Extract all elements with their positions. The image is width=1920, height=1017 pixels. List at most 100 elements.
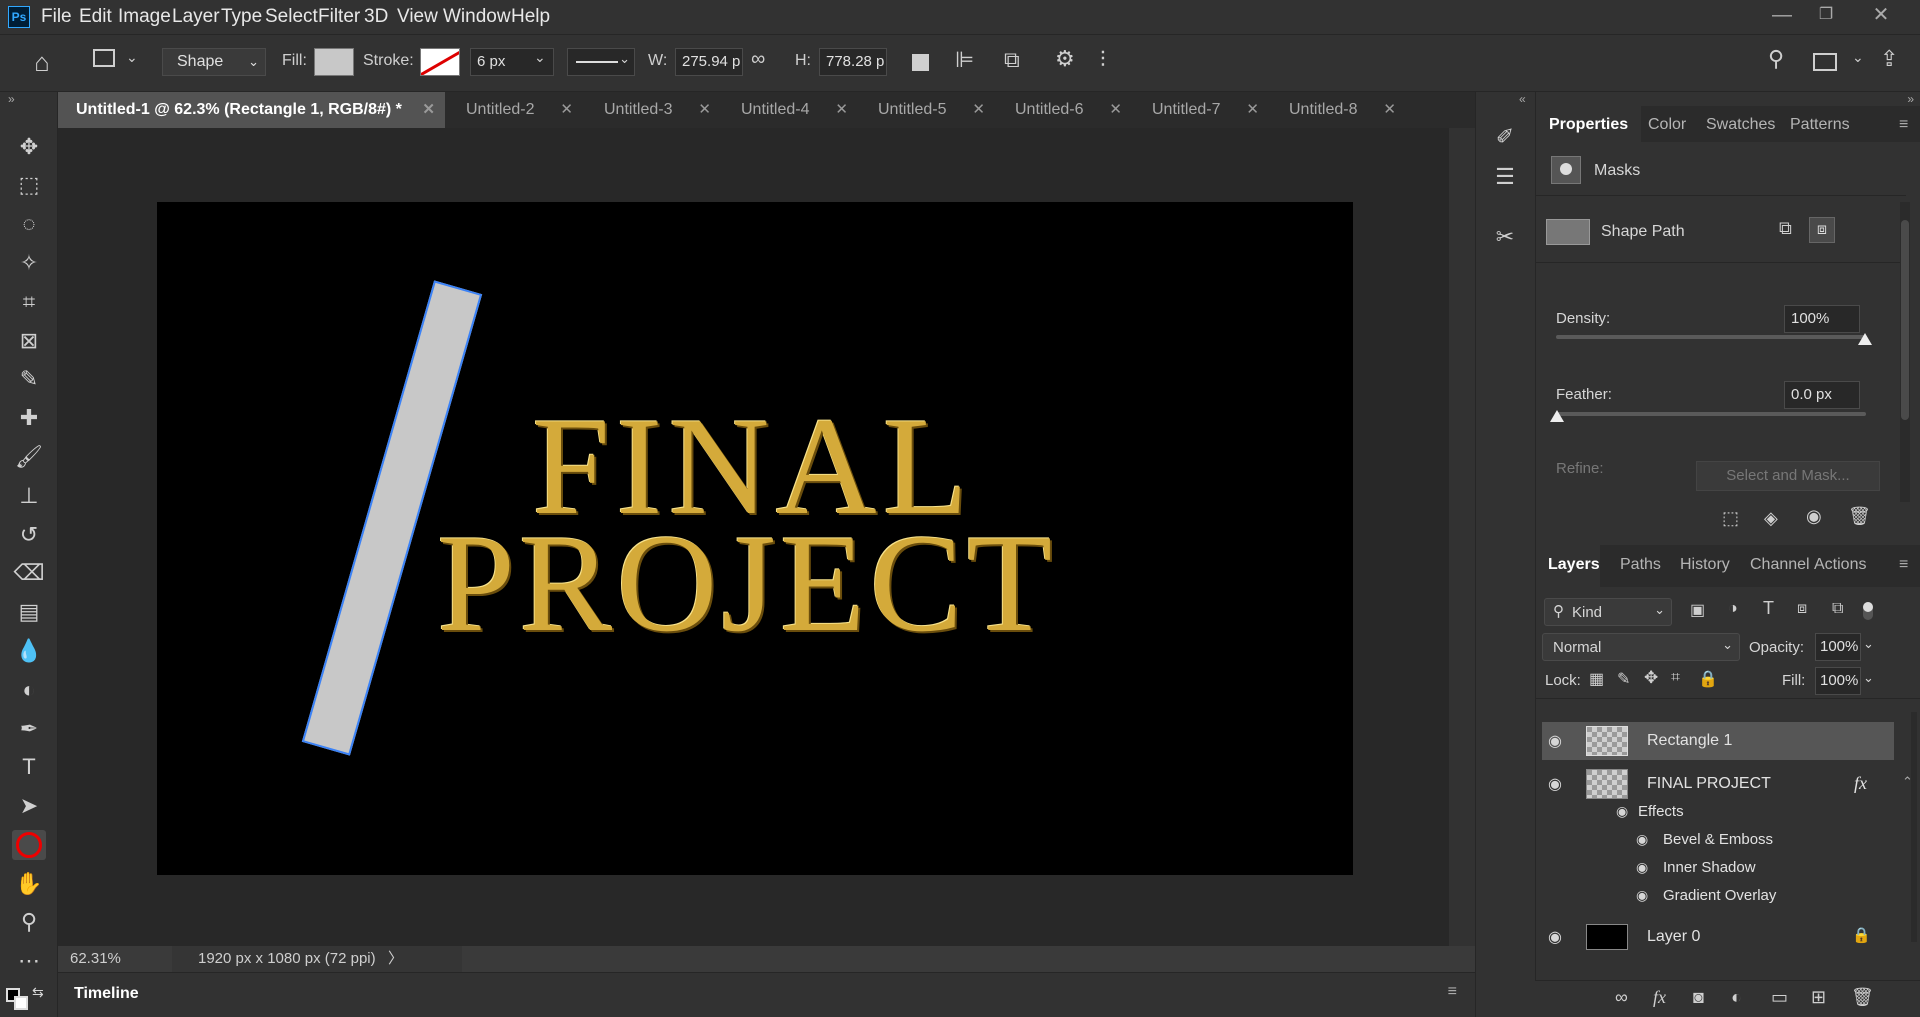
link-icon[interactable]: ∞ (751, 48, 765, 71)
tab-swatches[interactable]: Swatches (1706, 116, 1775, 134)
frame-tool-icon[interactable]: ⊠ (12, 326, 46, 356)
document-canvas[interactable]: FINAL PROJECT (157, 202, 1353, 875)
tab-untitled-2[interactable]: Untitled-2 ✕ (448, 92, 583, 128)
lock-transparent-icon[interactable]: ▦ (1589, 669, 1604, 689)
properties-scrollbar[interactable] (1900, 202, 1910, 502)
menu-edit[interactable]: Edit (79, 0, 112, 34)
chevron-down-icon[interactable]: ⌄ (126, 49, 138, 66)
tab-untitled-4[interactable]: Untitled-4 ✕ (723, 92, 858, 128)
height-input[interactable]: 778.28 p (819, 48, 887, 76)
density-slider-handle[interactable] (1858, 333, 1872, 345)
healing-brush-tool-icon[interactable]: ✚ (12, 403, 46, 433)
close-icon[interactable]: ✕ (560, 92, 573, 128)
rectangle-tool-preset-icon[interactable] (93, 49, 115, 67)
effect-row-bevel-emboss[interactable]: ◉ Bevel & Emboss (1542, 828, 1894, 854)
lock-all-icon[interactable]: 🔒 (1698, 669, 1718, 689)
history-brush-tool-icon[interactable]: ↺ (12, 520, 46, 550)
menu-file[interactable]: File (41, 0, 72, 34)
tool-mode-select[interactable]: Shape ⌄ (162, 48, 266, 76)
layer-row-rectangle-1[interactable]: ◉ Rectangle 1 (1542, 722, 1894, 760)
tab-untitled-5[interactable]: Untitled-5 ✕ (860, 92, 995, 128)
type-filter-icon[interactable]: T (1763, 598, 1774, 619)
brush-settings-icon[interactable]: ✐ (1488, 124, 1522, 150)
close-icon[interactable]: ✕ (1109, 92, 1122, 128)
swap-colors-icon[interactable]: ⇆ (32, 984, 44, 1001)
filter-kind-select[interactable]: ⚲ Kind ⌄ (1544, 598, 1672, 626)
apply-mask-icon[interactable]: ◈ (1764, 508, 1778, 529)
menu-type[interactable]: Type (221, 0, 262, 34)
menu-help[interactable]: Help (511, 0, 550, 34)
pen-tool-icon[interactable]: ✒ (12, 714, 46, 744)
menu-layer[interactable]: Layer (172, 0, 220, 34)
layer-effects-row[interactable]: ◉ Effects (1542, 800, 1894, 826)
layer-name[interactable]: Layer 0 (1647, 928, 1700, 946)
close-icon[interactable]: ✕ (835, 92, 848, 128)
menu-image[interactable]: Image (118, 0, 171, 34)
feather-slider[interactable] (1556, 412, 1866, 416)
tab-channels[interactable]: Channels (1750, 556, 1810, 574)
select-and-mask-button[interactable]: Select and Mask... (1696, 461, 1880, 491)
tab-patterns[interactable]: Patterns (1790, 116, 1850, 134)
collapse-toolbar-icon[interactable]: » (8, 92, 15, 106)
trash-icon[interactable]: 🗑 (1848, 506, 1871, 527)
eye-icon[interactable]: ◉ (1548, 927, 1562, 947)
path-selection-tool-icon[interactable]: ➤ (12, 791, 46, 821)
close-icon[interactable]: ✕ (422, 92, 435, 128)
timeline-tab[interactable]: Timeline (74, 985, 139, 1003)
brush-tool-icon[interactable]: 🖌 (12, 442, 46, 472)
background-color-swatch[interactable] (14, 996, 28, 1010)
path-operations-icon[interactable] (912, 54, 929, 71)
collapse-effects-icon[interactable]: ⌃ (1902, 774, 1913, 790)
tab-color[interactable]: Color (1648, 116, 1686, 134)
lasso-tool-icon[interactable]: ◌ (12, 209, 46, 239)
restore-icon[interactable]: ❐ (1806, 0, 1846, 30)
share-icon[interactable]: ⇪ (1880, 46, 1898, 72)
document-info[interactable]: 1920 px x 1080 px (72 ppi) (172, 946, 462, 972)
close-icon[interactable]: ✕ (1383, 92, 1396, 128)
eye-icon[interactable]: ◉ (1806, 506, 1822, 527)
tab-untitled-7[interactable]: Untitled-7 ✕ (1134, 92, 1269, 128)
close-icon[interactable]: ✕ (1246, 92, 1259, 128)
rectangle-tool-icon[interactable] (12, 830, 46, 860)
layer-row-final-project[interactable]: ◉ FINAL PROJECT fx (1542, 765, 1894, 803)
load-selection-icon[interactable]: ⬚ (1722, 508, 1739, 529)
filter-toggle[interactable] (1863, 602, 1873, 620)
eyedropper-tool-icon[interactable]: ✎ (12, 364, 46, 394)
marquee-tool-icon[interactable]: ⬚ (12, 170, 46, 200)
tab-untitled-3[interactable]: Untitled-3 ✕ (586, 92, 721, 128)
chevron-down-icon[interactable]: ⌄ (1863, 636, 1874, 652)
magic-wand-tool-icon[interactable]: ✧ (12, 248, 46, 278)
close-window-icon[interactable]: ✕ (1861, 0, 1901, 30)
add-mask-icon[interactable]: ◙ (1693, 987, 1704, 1008)
feather-input[interactable]: 0.0 px (1784, 381, 1860, 409)
menu-3d[interactable]: 3D (364, 0, 388, 34)
stroke-type-select[interactable]: ⌄ (567, 48, 635, 76)
stroke-swatch[interactable] (420, 48, 460, 76)
menu-select[interactable]: Select (265, 0, 318, 34)
tab-actions[interactable]: Actions (1814, 556, 1866, 574)
lock-image-icon[interactable]: ✎ (1617, 669, 1630, 689)
new-group-icon[interactable]: ▭ (1771, 987, 1788, 1008)
smart-object-filter-icon[interactable]: ⧉ (1832, 600, 1843, 618)
effect-name[interactable]: Bevel & Emboss (1663, 831, 1773, 848)
menu-window[interactable]: Window (443, 0, 511, 34)
clone-stamp-tool-icon[interactable]: ⊥ (12, 481, 46, 511)
tab-layers[interactable]: Layers (1548, 556, 1600, 574)
tab-untitled-1[interactable]: Untitled-1 @ 62.3% (Rectangle 1, RGB/8#)… (58, 92, 445, 128)
eye-icon[interactable]: ◉ (1636, 859, 1648, 876)
link-layers-icon[interactable]: ∞ (1615, 987, 1628, 1008)
crop-tool-icon[interactable]: ⌗ (12, 287, 46, 317)
hand-tool-icon[interactable]: ✋ (12, 869, 46, 899)
path-arrangement-icon[interactable]: ⧉ (1004, 47, 1020, 73)
eye-icon[interactable]: ◉ (1616, 803, 1628, 820)
tab-untitled-8[interactable]: Untitled-8 ✕ (1271, 92, 1406, 128)
eye-icon[interactable]: ◉ (1548, 731, 1562, 751)
layers-scrollbar[interactable] (1911, 712, 1917, 942)
panel-menu-icon[interactable]: ≡ (1448, 983, 1457, 1001)
shape-filter-icon[interactable]: ⧈ (1797, 600, 1807, 618)
layer-name[interactable]: FINAL PROJECT (1647, 775, 1771, 793)
chevron-down-icon[interactable]: ⌄ (1852, 49, 1864, 66)
eye-icon[interactable]: ◉ (1636, 887, 1648, 904)
menu-view[interactable]: View (397, 0, 438, 34)
chevron-right-icon[interactable]: 〉 (388, 946, 403, 972)
